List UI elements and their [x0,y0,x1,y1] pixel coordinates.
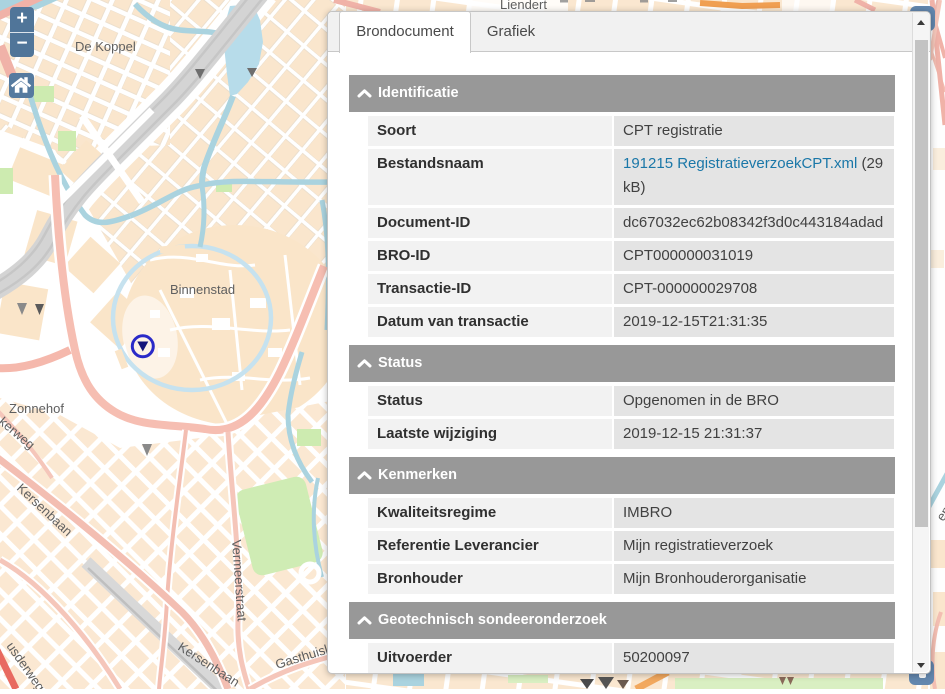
svg-text:Binnenstad: Binnenstad [170,282,235,297]
svg-text:Zonnehof: Zonnehof [9,401,64,416]
svg-text:De Koppel: De Koppel [75,39,136,54]
